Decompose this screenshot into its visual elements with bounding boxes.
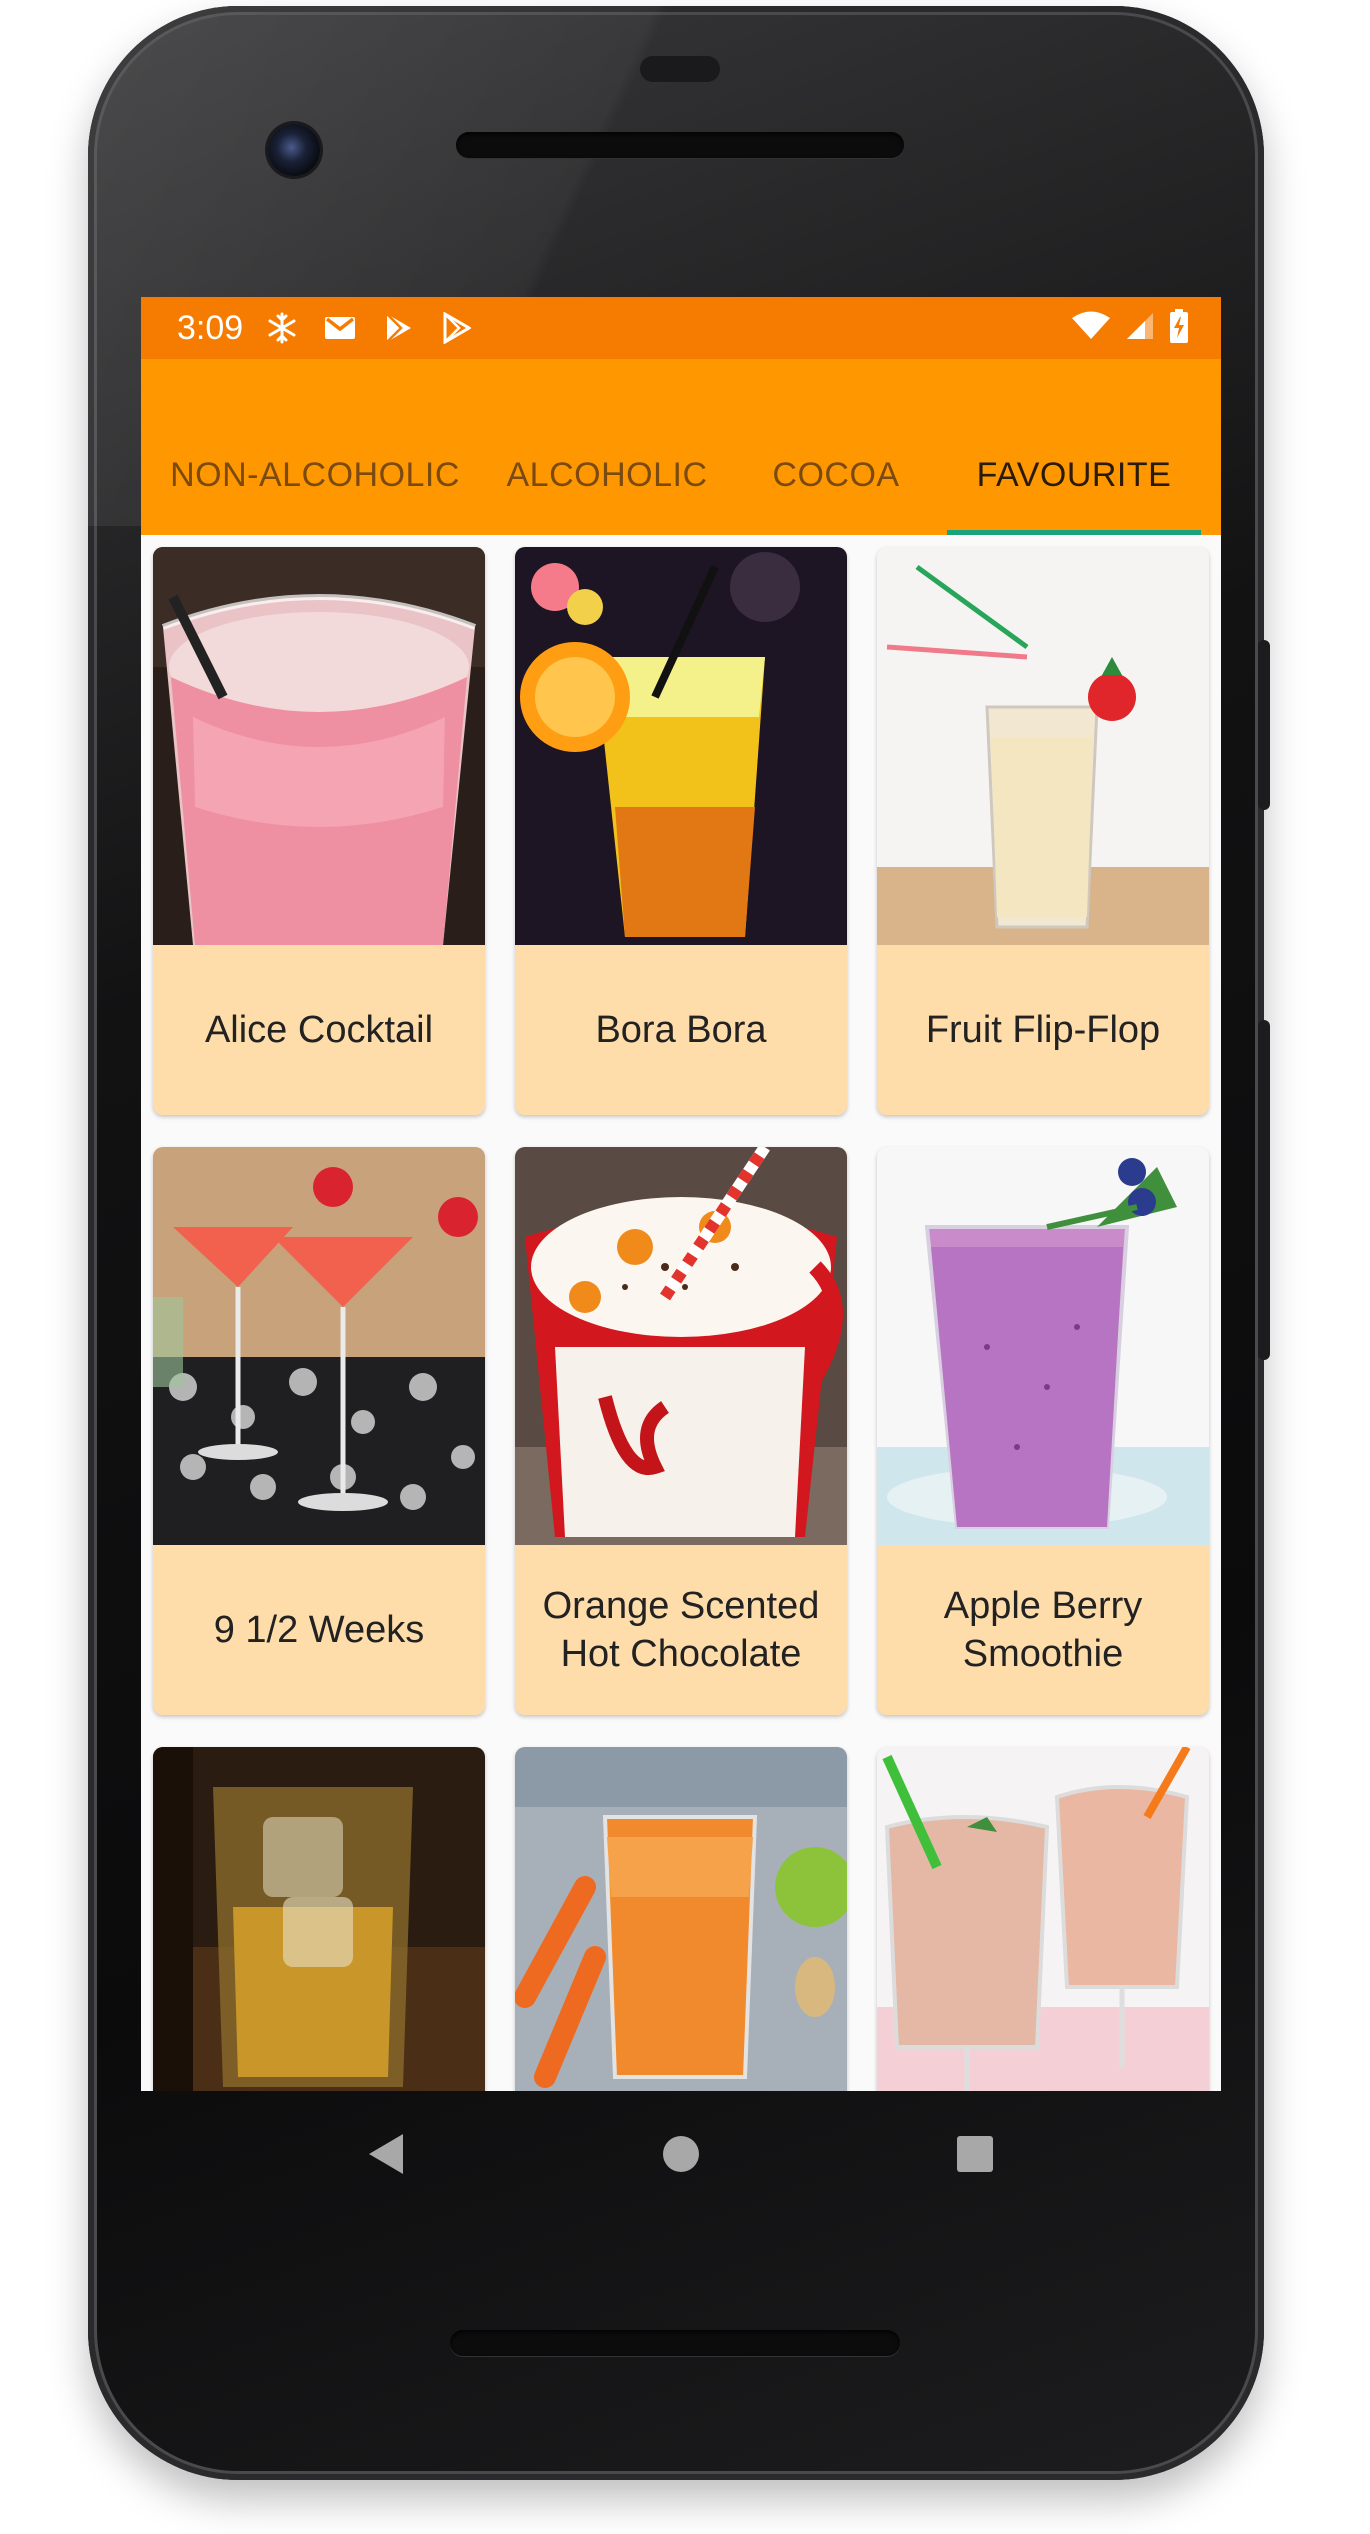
drink-name: Bora Bora xyxy=(595,1009,767,1051)
front-camera xyxy=(268,124,320,176)
recents-icon xyxy=(957,2136,993,2172)
tab-label: ALCOHOLIC xyxy=(506,455,708,494)
tab-alcoholic[interactable]: ALCOHOLIC xyxy=(489,415,725,535)
drink-image xyxy=(877,1147,1209,1545)
tab-cocoa[interactable]: COCOA xyxy=(725,415,947,535)
wifi-icon xyxy=(1071,311,1111,346)
battery-charging-icon xyxy=(1169,308,1189,348)
drink-image xyxy=(153,1147,485,1545)
drink-image xyxy=(515,547,847,945)
drink-name: Orange Scented Hot Chocolate xyxy=(542,1585,820,1675)
home-button[interactable] xyxy=(659,2132,703,2176)
drink-card[interactable] xyxy=(877,1747,1209,2091)
bottom-speaker xyxy=(450,2330,900,2356)
tab-favourite[interactable]: FAVOURITE xyxy=(947,415,1201,535)
drink-image xyxy=(877,1747,1209,2091)
volume-button xyxy=(1258,1020,1270,1360)
cellular-signal-icon xyxy=(1125,311,1155,346)
drink-grid: Alice Cocktail Bora Bora Fruit Flip-Flop… xyxy=(141,535,1221,2091)
snowflake-icon xyxy=(265,311,299,345)
drink-image xyxy=(515,1147,847,1545)
drink-name: Apple Berry Smoothie xyxy=(943,1585,1143,1675)
status-bar: 3:09 xyxy=(141,297,1221,359)
recents-button[interactable] xyxy=(953,2132,997,2176)
drink-name: Fruit Flip-Flop xyxy=(925,1009,1161,1051)
tab-bar: NON-ALCOHOLIC ALCOHOLIC COCOA FAVOURITE xyxy=(141,415,1221,535)
drink-card[interactable]: 9 1/2 Weeks xyxy=(153,1147,485,1715)
back-button[interactable] xyxy=(365,2132,409,2176)
drink-card[interactable]: Apple Berry Smoothie xyxy=(877,1147,1209,1715)
drink-card[interactable]: Fruit Flip-Flop xyxy=(877,547,1209,1115)
earpiece-speaker xyxy=(456,132,904,158)
play-store-icon xyxy=(439,311,473,345)
tab-label: FAVOURITE xyxy=(976,455,1172,494)
app-bar: NON-ALCOHOLIC ALCOHOLIC COCOA FAVOURITE xyxy=(141,359,1221,535)
drink-name: Alice Cocktail xyxy=(204,1009,434,1051)
drink-image xyxy=(515,1747,847,2091)
screen: 3:09 NON-ALCOHOLIC ALCOHOLIC COCOA FAVOU… xyxy=(141,297,1221,2091)
gmail-icon xyxy=(323,311,357,345)
drink-card[interactable]: Bora Bora xyxy=(515,547,847,1115)
drink-image xyxy=(877,547,1209,945)
play-store-icon xyxy=(381,311,415,345)
tab-label: NON-ALCOHOLIC xyxy=(170,455,460,494)
drink-name: 9 1/2 Weeks xyxy=(213,1609,425,1651)
navigation-bar xyxy=(141,2091,1221,2217)
drink-card[interactable]: Alice Cocktail xyxy=(153,547,485,1115)
drink-image xyxy=(153,547,485,945)
home-icon xyxy=(663,2136,699,2172)
tab-label: COCOA xyxy=(772,455,900,494)
drink-card[interactable]: Orange Scented Hot Chocolate xyxy=(515,1147,847,1715)
drink-image xyxy=(153,1747,485,2091)
status-right-icons xyxy=(1071,308,1189,348)
power-button xyxy=(1258,640,1270,810)
tab-non-alcoholic[interactable]: NON-ALCOHOLIC xyxy=(141,415,489,535)
status-time: 3:09 xyxy=(177,308,244,347)
drink-card[interactable] xyxy=(153,1747,485,2091)
back-icon xyxy=(369,2134,403,2174)
proximity-sensor xyxy=(640,56,720,82)
drink-card[interactable] xyxy=(515,1747,847,2091)
